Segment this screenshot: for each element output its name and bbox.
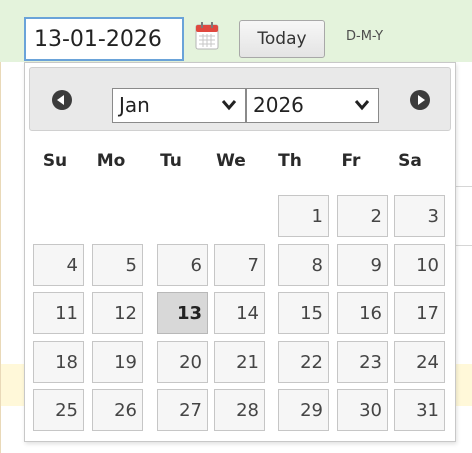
- day-cell[interactable]: 15: [278, 292, 329, 334]
- day-cell[interactable]: 20: [157, 341, 208, 383]
- day-cell[interactable]: 14: [214, 292, 265, 334]
- day-cell[interactable]: 4: [33, 244, 84, 286]
- year-select-value: 2026: [253, 93, 304, 117]
- day-cell[interactable]: 12: [92, 292, 143, 334]
- calendar-icon[interactable]: [195, 22, 219, 50]
- next-month-icon[interactable]: [410, 90, 430, 110]
- weekday-label: Th: [278, 151, 302, 171]
- today-button[interactable]: Today: [239, 20, 325, 58]
- day-cell[interactable]: 31: [394, 389, 445, 431]
- day-cell[interactable]: 8: [278, 244, 329, 286]
- prev-month-icon[interactable]: [52, 90, 72, 110]
- background-edge: [0, 62, 11, 453]
- month-select-value: Jan: [119, 93, 150, 117]
- day-cell[interactable]: 2: [337, 195, 388, 237]
- day-cell[interactable]: 16: [337, 292, 388, 334]
- date-format-hint: D-M-Y: [346, 29, 384, 44]
- day-cell[interactable]: 23: [337, 341, 388, 383]
- weekday-label: Mo: [96, 151, 126, 171]
- year-select[interactable]: 2026: [246, 88, 379, 123]
- page: Today D-M-Y Jan 2026 SuMoTuWeThFrSa 1234…: [0, 0, 472, 453]
- day-cell[interactable]: 11: [33, 292, 84, 334]
- day-cell[interactable]: 19: [92, 341, 143, 383]
- day-cell[interactable]: 18: [33, 341, 84, 383]
- day-cell[interactable]: 28: [214, 389, 265, 431]
- day-cell[interactable]: 9: [337, 244, 388, 286]
- chevron-down-icon: [221, 100, 237, 111]
- datepicker-popup: Jan 2026 Su Mo Tu We Th Fr Sa 1 2 3 4 5 6 7 8 9 10 11 12 1…: [24, 62, 456, 442]
- day-cell[interactable]: 6: [157, 244, 208, 286]
- day-cell[interactable]: 7: [214, 244, 265, 286]
- day-cell[interactable]: 17: [394, 292, 445, 334]
- day-cell[interactable]: 3: [394, 195, 445, 237]
- chevron-down-icon: [354, 100, 370, 111]
- day-cell[interactable]: 22: [278, 341, 329, 383]
- datepicker-header: Jan 2026: [29, 67, 451, 131]
- day-cell[interactable]: 24: [394, 341, 445, 383]
- day-cell[interactable]: 30: [337, 389, 388, 431]
- day-cell[interactable]: 27: [157, 389, 208, 431]
- day-cell[interactable]: 29: [278, 389, 329, 431]
- weekday-label: Su: [42, 151, 68, 171]
- weekday-label: Fr: [341, 151, 361, 171]
- weekday-label: Tu: [160, 151, 182, 171]
- day-cell[interactable]: 25: [33, 389, 84, 431]
- day-cell[interactable]: 21: [214, 341, 265, 383]
- weekday-header-row: Su Mo Tu We Th Fr Sa: [25, 151, 455, 175]
- weekday-label: Sa: [398, 151, 422, 171]
- day-cell[interactable]: 13: [157, 292, 208, 334]
- day-cell[interactable]: 10: [394, 244, 445, 286]
- weekday-label: We: [216, 151, 246, 171]
- day-cell[interactable]: 26: [92, 389, 143, 431]
- day-cell[interactable]: 5: [92, 244, 143, 286]
- date-input[interactable]: [24, 17, 184, 61]
- month-select[interactable]: Jan: [112, 88, 246, 123]
- day-cell[interactable]: 1: [278, 195, 329, 237]
